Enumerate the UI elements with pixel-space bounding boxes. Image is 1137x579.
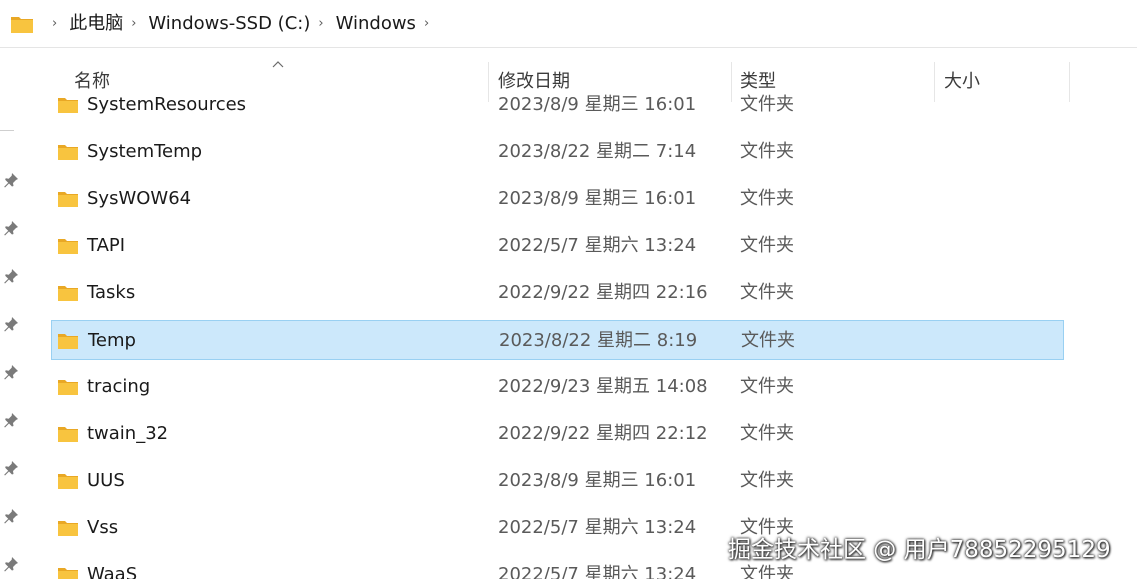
- file-name: Temp: [88, 330, 136, 351]
- column-header-size[interactable]: 大小: [944, 62, 1068, 102]
- file-type: 文件夹: [740, 141, 794, 162]
- folder-icon: [58, 427, 78, 442]
- folder-icon: [58, 334, 78, 349]
- column-divider[interactable]: [934, 62, 935, 102]
- file-modified-date: 2023/8/9 星期三 16:01: [498, 470, 697, 491]
- breadcrumb-windows[interactable]: Windows: [336, 12, 416, 36]
- file-modified-date: 2022/9/22 星期四 22:16: [498, 282, 708, 303]
- file-type: 文件夹: [740, 423, 794, 444]
- breadcrumb-drive[interactable]: Windows-SSD (C:): [148, 12, 310, 36]
- file-name: Tasks: [87, 282, 136, 303]
- file-name: tracing: [87, 376, 151, 397]
- column-size-label: 大小: [944, 71, 980, 92]
- column-divider[interactable]: [731, 62, 732, 102]
- file-type: 文件夹: [740, 282, 794, 303]
- file-row[interactable]: Tasks 2022/9/22 星期四 22:16 文件夹: [51, 273, 1064, 313]
- column-type-label: 类型: [740, 71, 776, 92]
- folder-icon: [58, 286, 78, 301]
- folder-icon: [58, 145, 78, 160]
- file-type: 文件夹: [740, 376, 794, 397]
- file-row[interactable]: twain_32 2022/9/22 星期四 22:12 文件夹: [51, 414, 1064, 454]
- file-name: SysWOW64: [87, 188, 192, 209]
- file-name: TAPI: [87, 235, 126, 256]
- folder-icon: [11, 16, 33, 33]
- file-name: SystemTemp: [87, 141, 203, 162]
- file-modified-date: 2023/8/22 星期二 8:19: [499, 330, 698, 351]
- breadcrumb-separator[interactable]: ›: [318, 14, 323, 34]
- file-type: 文件夹: [740, 188, 794, 209]
- breadcrumb-separator[interactable]: ›: [131, 14, 136, 34]
- column-divider[interactable]: [1069, 62, 1070, 102]
- column-header-name[interactable]: 名称: [74, 62, 488, 102]
- folder-icon: [58, 192, 78, 207]
- file-row-selected[interactable]: Temp 2023/8/22 星期二 8:19 文件夹: [51, 320, 1064, 360]
- file-modified-date: 2022/5/7 星期六 13:24: [498, 235, 697, 256]
- column-date-label: 修改日期: [498, 71, 570, 92]
- breadcrumb-separator[interactable]: ›: [424, 14, 429, 34]
- file-type: 文件夹: [740, 470, 794, 491]
- folder-icon: [58, 568, 78, 579]
- file-modified-date: 2022/9/22 星期四 22:12: [498, 423, 708, 444]
- file-modified-date: 2022/5/7 星期六 13:24: [498, 564, 697, 579]
- watermark: 掘金技术社区 @ 用户78852295129: [728, 537, 1111, 563]
- address-bar[interactable]: › 此电脑 › Windows-SSD (C:) › Windows ›: [0, 0, 1137, 48]
- file-row[interactable]: SystemTemp 2023/8/22 星期二 7:14 文件夹: [51, 132, 1064, 172]
- file-modified-date: 2022/5/7 星期六 13:24: [498, 517, 697, 538]
- file-modified-date: 2023/8/9 星期三 16:01: [498, 188, 697, 209]
- file-row[interactable]: UUS 2023/8/9 星期三 16:01 文件夹: [51, 461, 1064, 501]
- file-modified-date: 2022/9/23 星期五 14:08: [498, 376, 708, 397]
- file-modified-date: 2023/8/22 星期二 7:14: [498, 141, 697, 162]
- breadcrumb-this-pc[interactable]: 此电脑: [69, 12, 123, 36]
- column-name-label: 名称: [74, 71, 110, 92]
- file-type: 文件夹: [741, 330, 795, 351]
- folder-icon: [58, 380, 78, 395]
- folder-icon: [58, 474, 78, 489]
- file-name: twain_32: [87, 423, 169, 444]
- column-header-type[interactable]: 类型: [740, 62, 934, 102]
- folder-icon: [58, 521, 78, 536]
- file-row[interactable]: TAPI 2022/5/7 星期六 13:24 文件夹: [51, 226, 1064, 266]
- breadcrumb-separator: ›: [52, 15, 58, 31]
- file-name: Vss: [87, 517, 119, 538]
- file-row[interactable]: tracing 2022/9/23 星期五 14:08 文件夹: [51, 367, 1064, 407]
- file-list[interactable]: SystemResources 2023/8/9 星期三 16:01 文件夹 Syst…: [0, 82, 1137, 579]
- file-row[interactable]: SysWOW64 2023/8/9 星期三 16:01 文件夹: [51, 179, 1064, 219]
- column-divider[interactable]: [488, 62, 489, 102]
- file-name: UUS: [87, 470, 125, 491]
- folder-icon: [58, 239, 78, 254]
- column-header-date[interactable]: 修改日期: [498, 62, 730, 102]
- file-type: 文件夹: [740, 235, 794, 256]
- file-name: WaaS: [87, 564, 138, 579]
